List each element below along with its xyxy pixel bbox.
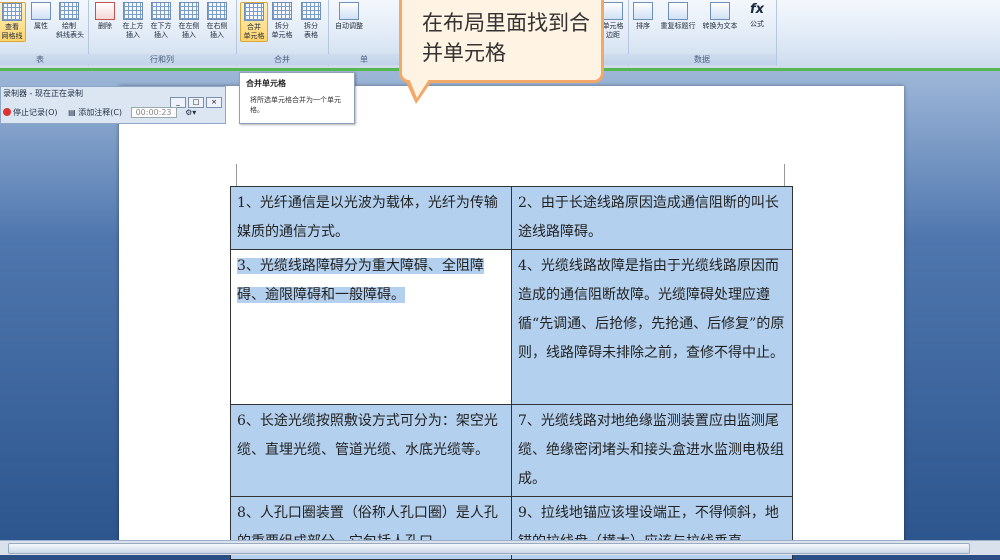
recorder-window-buttons: _ □ × bbox=[168, 89, 222, 108]
recording-timer: 00:00:23 bbox=[130, 107, 177, 118]
draw-diagonal-header-button[interactable]: 绘制 斜线表头 bbox=[56, 2, 84, 40]
convert-text-icon bbox=[710, 2, 730, 20]
insert-right-icon bbox=[207, 2, 227, 20]
fx-icon: fx bbox=[749, 2, 765, 17]
insert-above-icon bbox=[123, 2, 143, 20]
table-row: 3、光缆线路障碍分为重大障碍、全阻障碍、逾限障碍和一般障碍。 4、光缆线路故障是… bbox=[230, 249, 793, 405]
table-cell[interactable]: 6、长途光缆按照敷设方式可分为：架空光缆、直埋光缆、管道光缆、水底光缆等。 bbox=[230, 404, 512, 497]
view-gridlines-button[interactable]: 查看 网格线 bbox=[0, 2, 26, 42]
insert-left-button[interactable]: 在左侧 插入 bbox=[176, 2, 202, 40]
ribbon-group-cell-size: 自动调整 单 bbox=[328, 0, 401, 66]
table-row: 6、长途光缆按照敷设方式可分为：架空光缆、直埋光缆、管道光缆、水底光缆等。 7、… bbox=[230, 404, 793, 497]
table-cell[interactable]: 2、由于长途线路原因造成通信阻断的叫长途线路障碍。 bbox=[511, 186, 793, 250]
split-table-icon bbox=[301, 2, 321, 20]
merge-cells-icon bbox=[244, 3, 264, 21]
group-label-merge: 合并 bbox=[236, 54, 328, 65]
insert-below-icon bbox=[151, 2, 171, 20]
horizontal-scrollbar[interactable] bbox=[0, 540, 1000, 555]
ribbon-group-rows-columns: 删除 在上方 插入 在下方 插入 在左侧 插入 在右侧 插入 行和列 bbox=[88, 0, 237, 66]
gridlines-icon bbox=[2, 3, 22, 21]
screen-recorder-toolbar: 录制器 - 现在正在录制 _ □ × 停止记录(O) ▤ 添加注释(C) 00:00… bbox=[0, 86, 226, 124]
scrollbar-thumb[interactable] bbox=[8, 543, 970, 554]
table-cell[interactable]: 7、光缆线路对地绝缘监测装置应由监测尾缆、绝缘密闭堵头和接头盒进水监测电极组成。 bbox=[511, 404, 793, 497]
sort-button[interactable]: 排序 bbox=[630, 2, 656, 31]
close-icon[interactable]: × bbox=[206, 97, 222, 108]
split-cells-icon bbox=[272, 2, 292, 20]
callout-text: 在布局里面找到合并单元格 bbox=[422, 11, 590, 65]
stop-recording-button[interactable]: 停止记录(O) bbox=[3, 108, 58, 117]
instruction-callout: 在布局里面找到合并单元格 bbox=[399, 0, 604, 83]
group-label-cell-size: 单 bbox=[328, 54, 400, 65]
stop-record-icon bbox=[3, 108, 11, 116]
margin-mark bbox=[784, 164, 785, 186]
formula-button[interactable]: fx 公式 bbox=[744, 2, 770, 29]
repeat-header-icon bbox=[668, 2, 688, 20]
recorder-settings-icon[interactable]: ⚙▾ bbox=[185, 108, 196, 117]
table-cell[interactable]: 1、光纤通信是以光波为载体，光纤为传输媒质的通信方式。 bbox=[230, 186, 512, 250]
margin-mark bbox=[236, 164, 237, 186]
autofit-button[interactable]: 自动调整 bbox=[332, 2, 366, 31]
repeat-header-rows-button[interactable]: 重复标题行 bbox=[658, 2, 698, 31]
callout-tail-fill bbox=[408, 76, 431, 98]
table-cell[interactable]: 4、光缆线路故障是指由于光缆线路原因而造成的通信阻断故障。光缆障碍处理应遵循“先… bbox=[511, 249, 793, 405]
insert-above-button[interactable]: 在上方 插入 bbox=[120, 2, 146, 40]
merge-cells-tooltip: 合并单元格 将所选单元格合并为一个单元格。 bbox=[239, 72, 355, 124]
table-row: 1、光纤通信是以光波为载体，光纤为传输媒质的通信方式。 2、由于长途线路原因造成… bbox=[230, 186, 793, 250]
properties-icon bbox=[31, 2, 51, 20]
cell-margins-icon bbox=[603, 2, 623, 20]
autofit-icon bbox=[339, 2, 359, 20]
insert-right-button[interactable]: 在右侧 插入 bbox=[204, 2, 230, 40]
insert-below-button[interactable]: 在下方 插入 bbox=[148, 2, 174, 40]
group-label-table: 表 bbox=[0, 54, 88, 65]
delete-button[interactable]: 删除 bbox=[92, 2, 118, 31]
recorder-title: 录制器 - 现在正在录制 bbox=[3, 89, 83, 98]
split-cells-button[interactable]: 拆分 单元格 bbox=[269, 2, 295, 40]
ribbon-group-table: 查看 网格线 属性 绘制 斜线表头 表 bbox=[0, 0, 89, 66]
insert-left-icon bbox=[179, 2, 199, 20]
merge-cells-button[interactable]: 合并 单元格 bbox=[240, 2, 268, 42]
properties-button[interactable]: 属性 bbox=[28, 2, 54, 31]
delete-icon bbox=[95, 2, 115, 20]
document-table: 1、光纤通信是以光波为载体，光纤为传输媒质的通信方式。 2、由于长途线路原因造成… bbox=[230, 186, 793, 560]
ribbon-group-merge: 合并 单元格 拆分 单元格 拆分 表格 合并 bbox=[236, 0, 329, 66]
ribbon-group-data: 排序 重复标题行 转换为文本 fx 公式 数据 bbox=[628, 0, 777, 66]
diagonal-header-icon bbox=[59, 2, 79, 20]
add-comment-button[interactable]: ▤ 添加注释(C) bbox=[68, 108, 122, 117]
group-label-rows-columns: 行和列 bbox=[88, 54, 236, 65]
table-cell[interactable]: 3、光缆线路障碍分为重大障碍、全阻障碍、逾限障碍和一般障碍。 bbox=[230, 249, 512, 405]
sort-az-icon bbox=[633, 2, 653, 20]
recorder-controls: 停止记录(O) ▤ 添加注释(C) 00:00:23 ⚙▾ bbox=[3, 107, 196, 118]
tooltip-body: 将所选单元格合并为一个单元格。 bbox=[250, 96, 341, 114]
split-table-button[interactable]: 拆分 表格 bbox=[298, 2, 324, 40]
tooltip-title: 合并单元格 bbox=[246, 79, 286, 88]
group-label-data: 数据 bbox=[628, 54, 776, 65]
comment-icon: ▤ bbox=[68, 108, 76, 117]
convert-to-text-button[interactable]: 转换为文本 bbox=[700, 2, 740, 31]
